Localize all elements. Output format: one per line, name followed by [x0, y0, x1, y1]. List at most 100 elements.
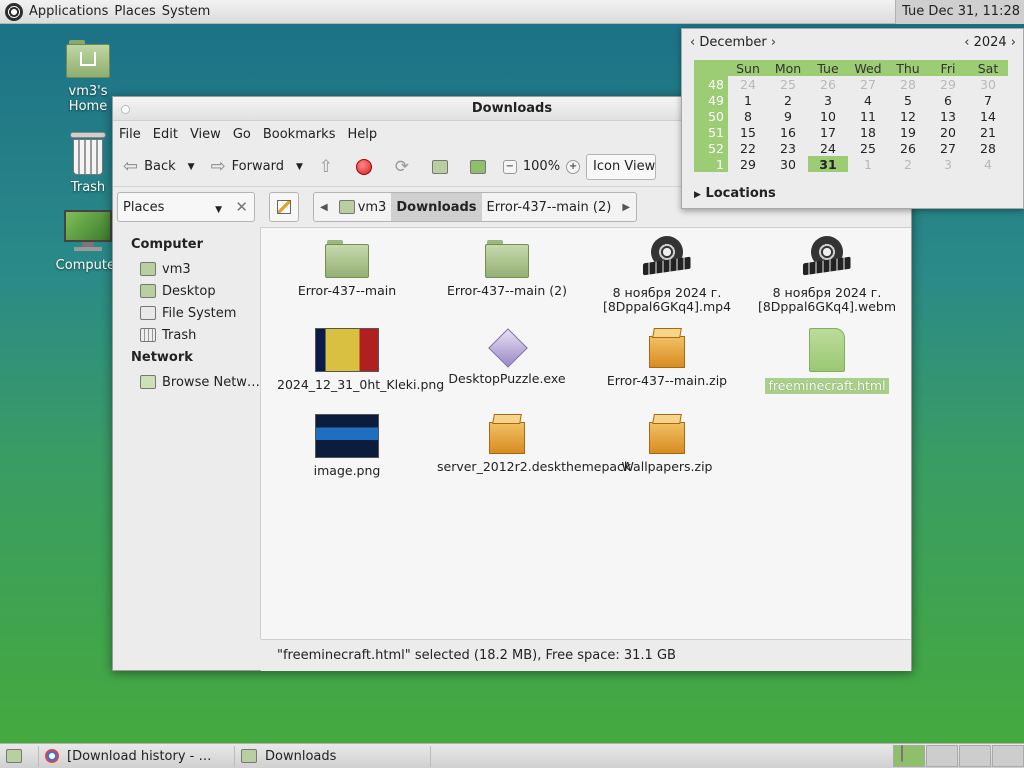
sidebar-item-trash[interactable]: Trash [113, 324, 260, 346]
calendar-day[interactable]: 17 [808, 124, 848, 140]
sidebar-item-desktop[interactable]: Desktop [113, 280, 260, 302]
calendar-day[interactable]: 29 [728, 156, 768, 172]
clock[interactable]: Tue Dec 31, 11:28 [895, 0, 1024, 24]
calendar-day[interactable]: 3 [928, 156, 968, 172]
sidebar-item-browse-network[interactable]: Browse Netw… [113, 371, 260, 393]
forward-dropdown-icon[interactable]: ▼ [296, 162, 303, 172]
home-button[interactable] [427, 154, 453, 180]
calendar-day[interactable]: 27 [848, 76, 888, 92]
calendar-day[interactable]: 20 [928, 124, 968, 140]
breadcrumb-item-downloads[interactable]: Downloads [391, 193, 482, 221]
sidebar-item-vm3[interactable]: vm3 [113, 258, 260, 280]
calendar-day[interactable]: 19 [888, 124, 928, 140]
stop-button[interactable] [351, 154, 377, 180]
calendar-day[interactable]: 14 [968, 108, 1008, 124]
file-item[interactable]: 8 ноября 2024 г. [8Dppal6GKq4].mp4 [597, 236, 737, 314]
calendar-day[interactable]: 15 [728, 124, 768, 140]
prev-month-icon[interactable]: ‹ [690, 35, 695, 50]
breadcrumb-next-icon[interactable]: ▶ [616, 193, 636, 221]
menu-view[interactable]: View [190, 127, 221, 142]
calendar-day[interactable]: 2 [888, 156, 928, 172]
close-pane-icon[interactable]: ✕ [235, 198, 248, 216]
file-item[interactable]: Wallpapers.zip [597, 414, 737, 474]
reload-icon[interactable]: ⟳ [389, 154, 415, 180]
computer-button[interactable] [465, 154, 491, 180]
calendar-day[interactable]: 1 [728, 92, 768, 108]
calendar-day[interactable]: 5 [888, 92, 928, 108]
places-menu[interactable]: Places [114, 4, 161, 19]
calendar-day[interactable]: 4 [968, 156, 1008, 172]
calendar-day[interactable]: 27 [928, 140, 968, 156]
locations-expander[interactable]: ▶ Locations [694, 186, 776, 201]
menu-edit[interactable]: Edit [153, 127, 178, 142]
calendar-day[interactable]: 13 [928, 108, 968, 124]
workspace-2[interactable] [926, 745, 958, 767]
calendar-day[interactable]: 21 [968, 124, 1008, 140]
calendar-day[interactable]: 2 [768, 92, 808, 108]
calendar-day[interactable]: 25 [848, 140, 888, 156]
calendar-day[interactable]: 11 [848, 108, 888, 124]
breadcrumb-prev-icon[interactable]: ◀ [314, 193, 334, 221]
breadcrumb-item-error-437-main-2[interactable]: Error-437--main (2) [482, 193, 617, 221]
forward-button[interactable]: ⇨ Forward ▼ [207, 152, 307, 182]
workspace-3[interactable] [959, 745, 991, 767]
menu-file[interactable]: File [119, 127, 141, 142]
calendar-day[interactable]: 18 [848, 124, 888, 140]
file-item[interactable]: Error-437--main [277, 240, 417, 298]
breadcrumb-item-vm3[interactable]: vm3 [334, 193, 392, 221]
calendar-day[interactable]: 28 [888, 76, 928, 92]
next-month-icon[interactable]: › [771, 35, 776, 50]
file-item-selected[interactable]: freeminecraft.html [757, 328, 897, 394]
calendar-day[interactable]: 12 [888, 108, 928, 124]
calendar-day[interactable]: 22 [728, 140, 768, 156]
calendar-day[interactable]: 16 [768, 124, 808, 140]
zoom-in-icon[interactable]: + [566, 159, 581, 174]
taskbar-item-browser[interactable]: [Download history - … [39, 745, 235, 767]
calendar-day[interactable]: 6 [928, 92, 968, 108]
view-selector[interactable]: Icon View [586, 153, 657, 180]
file-item[interactable]: Error-437--main.zip [597, 328, 737, 388]
calendar-day-today[interactable]: 31 [808, 156, 848, 172]
workspace-4[interactable] [992, 745, 1024, 767]
calendar-day[interactable]: 30 [968, 76, 1008, 92]
calendar-day[interactable]: 24 [808, 140, 848, 156]
calendar-day[interactable]: 7 [968, 92, 1008, 108]
calendar-day[interactable]: 8 [728, 108, 768, 124]
toggle-location-edit-button[interactable] [269, 192, 299, 222]
calendar-day[interactable]: 1 [848, 156, 888, 172]
calendar-day[interactable]: 26 [808, 76, 848, 92]
file-item[interactable]: image.png [277, 414, 417, 478]
show-desktop-button[interactable] [0, 745, 39, 767]
back-dropdown-icon[interactable]: ▼ [188, 162, 195, 172]
file-item[interactable]: 8 ноября 2024 г. [8Dppal6GKq4].webm [757, 236, 897, 314]
menu-go[interactable]: Go [233, 127, 251, 142]
calendar-day[interactable]: 28 [968, 140, 1008, 156]
sidebar-item-file-system[interactable]: File System [113, 302, 260, 324]
calendar-day[interactable]: 29 [928, 76, 968, 92]
file-item[interactable]: 2024_12_31_0ht_Kleki.png [277, 328, 444, 392]
calendar-day[interactable]: 30 [768, 156, 808, 172]
calendar-day[interactable]: 9 [768, 108, 808, 124]
applications-menu[interactable]: Applications [29, 4, 114, 19]
zoom-out-icon[interactable]: − [502, 159, 517, 174]
taskbar-item-downloads[interactable]: Downloads [235, 745, 431, 767]
calendar-day[interactable]: 23 [768, 140, 808, 156]
system-menu[interactable]: System [162, 4, 216, 19]
next-year-icon[interactable]: › [1011, 35, 1016, 50]
places-dropdown[interactable]: Places ▼ ✕ [117, 192, 255, 222]
up-arrow-icon[interactable]: ⇧ [313, 154, 339, 180]
calendar-day[interactable]: 26 [888, 140, 928, 156]
distro-logo-icon[interactable] [5, 2, 23, 21]
calendar-day[interactable]: 25 [768, 76, 808, 92]
menu-bookmarks[interactable]: Bookmarks [263, 127, 336, 142]
back-button[interactable]: ⇦ Back ▼ [119, 152, 199, 182]
file-item[interactable]: DesktopPuzzle.exe [437, 328, 577, 386]
file-item[interactable]: Error-437--main (2) [437, 240, 577, 298]
calendar-day[interactable]: 4 [848, 92, 888, 108]
file-item[interactable]: server_2012r2.deskthemepack [437, 414, 631, 474]
window-close-icon[interactable] [121, 105, 130, 114]
calendar-day[interactable]: 3 [808, 92, 848, 108]
workspace-1[interactable] [893, 745, 925, 767]
prev-year-icon[interactable]: ‹ [964, 35, 969, 50]
calendar-day[interactable]: 24 [728, 76, 768, 92]
